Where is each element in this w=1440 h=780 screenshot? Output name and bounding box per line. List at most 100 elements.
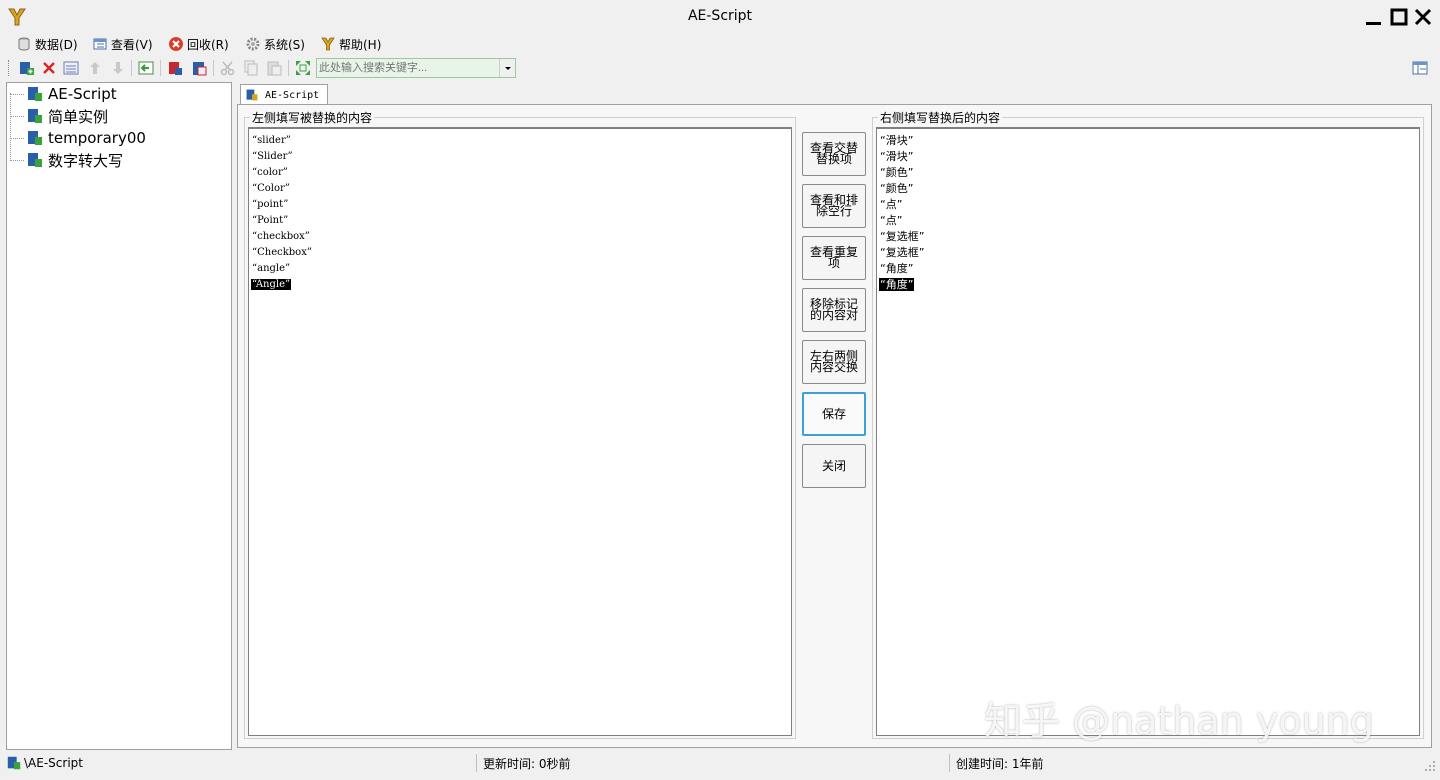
view-duplicates-button[interactable]: 查看重复项 [802,236,866,280]
copy-button[interactable] [242,59,260,77]
script-icon [28,87,42,101]
close-icon [1414,8,1432,26]
expand-all-button[interactable] [294,59,312,77]
menu-data[interactable]: 数据(D) [16,35,78,53]
list-line-text: “Color” [252,183,290,194]
list-line-text: “颜色” [880,182,914,195]
list-line-text: “checkbox” [252,231,310,242]
tree-item-label: temporary00 [48,129,146,147]
tree-item-label: 数字转大写 [48,151,124,170]
arrow-up-icon [90,62,100,74]
import-icon [138,61,154,75]
new-script-button[interactable] [17,59,35,77]
list-line[interactable]: “复选框” [877,245,1419,261]
toolbar [0,56,1440,80]
view-icon [92,36,108,52]
menu-recycle[interactable]: 回收(R) [168,35,229,53]
status-separator [476,754,477,772]
list-line-text: “复选框” [880,230,925,243]
paste-script-button[interactable] [190,59,208,77]
script-tree [6,82,232,750]
list-line[interactable]: “复选框” [877,229,1419,245]
tab-ae-script[interactable]: AE-Script [240,84,328,105]
delete-button[interactable] [40,59,58,77]
list-line-text: “Slider” [252,151,293,162]
layout-button[interactable] [1411,59,1429,77]
recycle-script-button[interactable] [166,59,184,77]
tree-item-label: AE-Script [48,85,117,103]
menu-view[interactable]: 查看(V) [92,35,153,53]
cut-button[interactable] [219,59,237,77]
close-window-button[interactable] [1411,6,1435,28]
database-icon [16,36,32,52]
list-line-text: “滑块” [880,150,914,163]
list-line-text: “slider” [252,135,291,146]
list-line[interactable]: “滑块” [877,149,1419,165]
menu-system[interactable]: 系统(S) [245,35,305,53]
list-line[interactable]: “角度” [877,277,1419,293]
minimize-button[interactable] [1362,6,1386,28]
list-line[interactable]: “Color” [249,181,791,197]
swap-sides-button[interactable]: 左右两侧内容交换 [802,340,866,384]
move-down-button[interactable] [109,59,127,77]
list-line[interactable]: “角度” [877,261,1419,277]
list-line[interactable]: “Angle” [249,277,791,293]
list-line[interactable]: “angle” [249,261,791,277]
list-line[interactable]: “Checkbox” [249,245,791,261]
menu-data-label: 数据(D) [35,37,78,52]
maximize-button[interactable] [1387,6,1411,28]
list-line[interactable]: “point” [249,197,791,213]
recycle-icon [168,36,184,52]
tree-item-label: 简单实例 [48,107,109,126]
list-line[interactable]: “Point” [249,213,791,229]
list-line[interactable]: “滑块” [877,133,1419,149]
resize-grip-icon[interactable] [1424,760,1436,772]
list-line-text: “点” [880,198,903,211]
tree-item-simple-example[interactable]: 简单实例 [10,105,108,127]
search-combobox[interactable] [316,58,516,78]
title-bar: AE-Script [0,0,1440,32]
left-content-box[interactable]: “slider” “Slider” “color” “Color” “point” “Po… [248,127,792,736]
list-line-text: “Angle” [251,279,292,290]
import-button[interactable] [137,59,155,77]
list-line[interactable]: “color” [249,165,791,181]
list-line-text: “Point” [252,215,289,226]
list-line[interactable]: “颜色” [877,165,1419,181]
view-sort-button[interactable]: 查看和排除空行 [802,184,866,228]
save-button[interactable]: 保存 [802,392,866,436]
script-remove-icon [169,62,182,75]
right-content-box[interactable]: “滑块” “滑块” “颜色” “颜色” “点” “点” “复选框” “复选框” “角度” “角度” [876,127,1420,736]
script-icon [28,131,42,145]
close-button[interactable]: 关闭 [802,444,866,488]
view-alternate-button[interactable]: 查看交替替换项 [802,132,866,176]
move-up-button[interactable] [86,59,104,77]
clipboard-icon [193,62,207,76]
tree-item-ae-script[interactable]: AE-Script [10,83,117,105]
list-line[interactable]: “Slider” [249,149,791,165]
paste-icon [267,61,282,76]
search-input[interactable] [319,60,497,76]
list-line[interactable]: “checkbox” [249,229,791,245]
list-line-text: “color” [252,167,288,178]
list-line[interactable]: “颜色” [877,181,1419,197]
list-line[interactable]: “slider” [249,133,791,149]
help-icon [320,36,336,52]
properties-button[interactable] [62,59,80,77]
list-line[interactable]: “点” [877,213,1419,229]
left-group-label: 左侧填写被替换的内容 [250,109,375,126]
layout-icon [1412,61,1428,75]
search-dropdown-button[interactable] [499,59,515,77]
tree-item-number-to-uppercase[interactable]: 数字转大写 [10,149,123,171]
chevron-down-icon [505,67,511,70]
menu-help[interactable]: 帮助(H) [320,35,381,53]
toolbar-grip [8,60,11,76]
remove-marked-button[interactable]: 移除标记的内容对 [802,288,866,332]
list-line[interactable]: “点” [877,197,1419,213]
list-icon [63,61,79,75]
right-group-label: 右侧填写替换后的内容 [878,109,1003,126]
status-path-label: \AE-Script [24,756,83,770]
tree-item-temporary00[interactable]: temporary00 [10,127,146,149]
paste-button[interactable] [265,59,283,77]
status-separator [949,754,950,772]
script-icon [7,756,21,770]
